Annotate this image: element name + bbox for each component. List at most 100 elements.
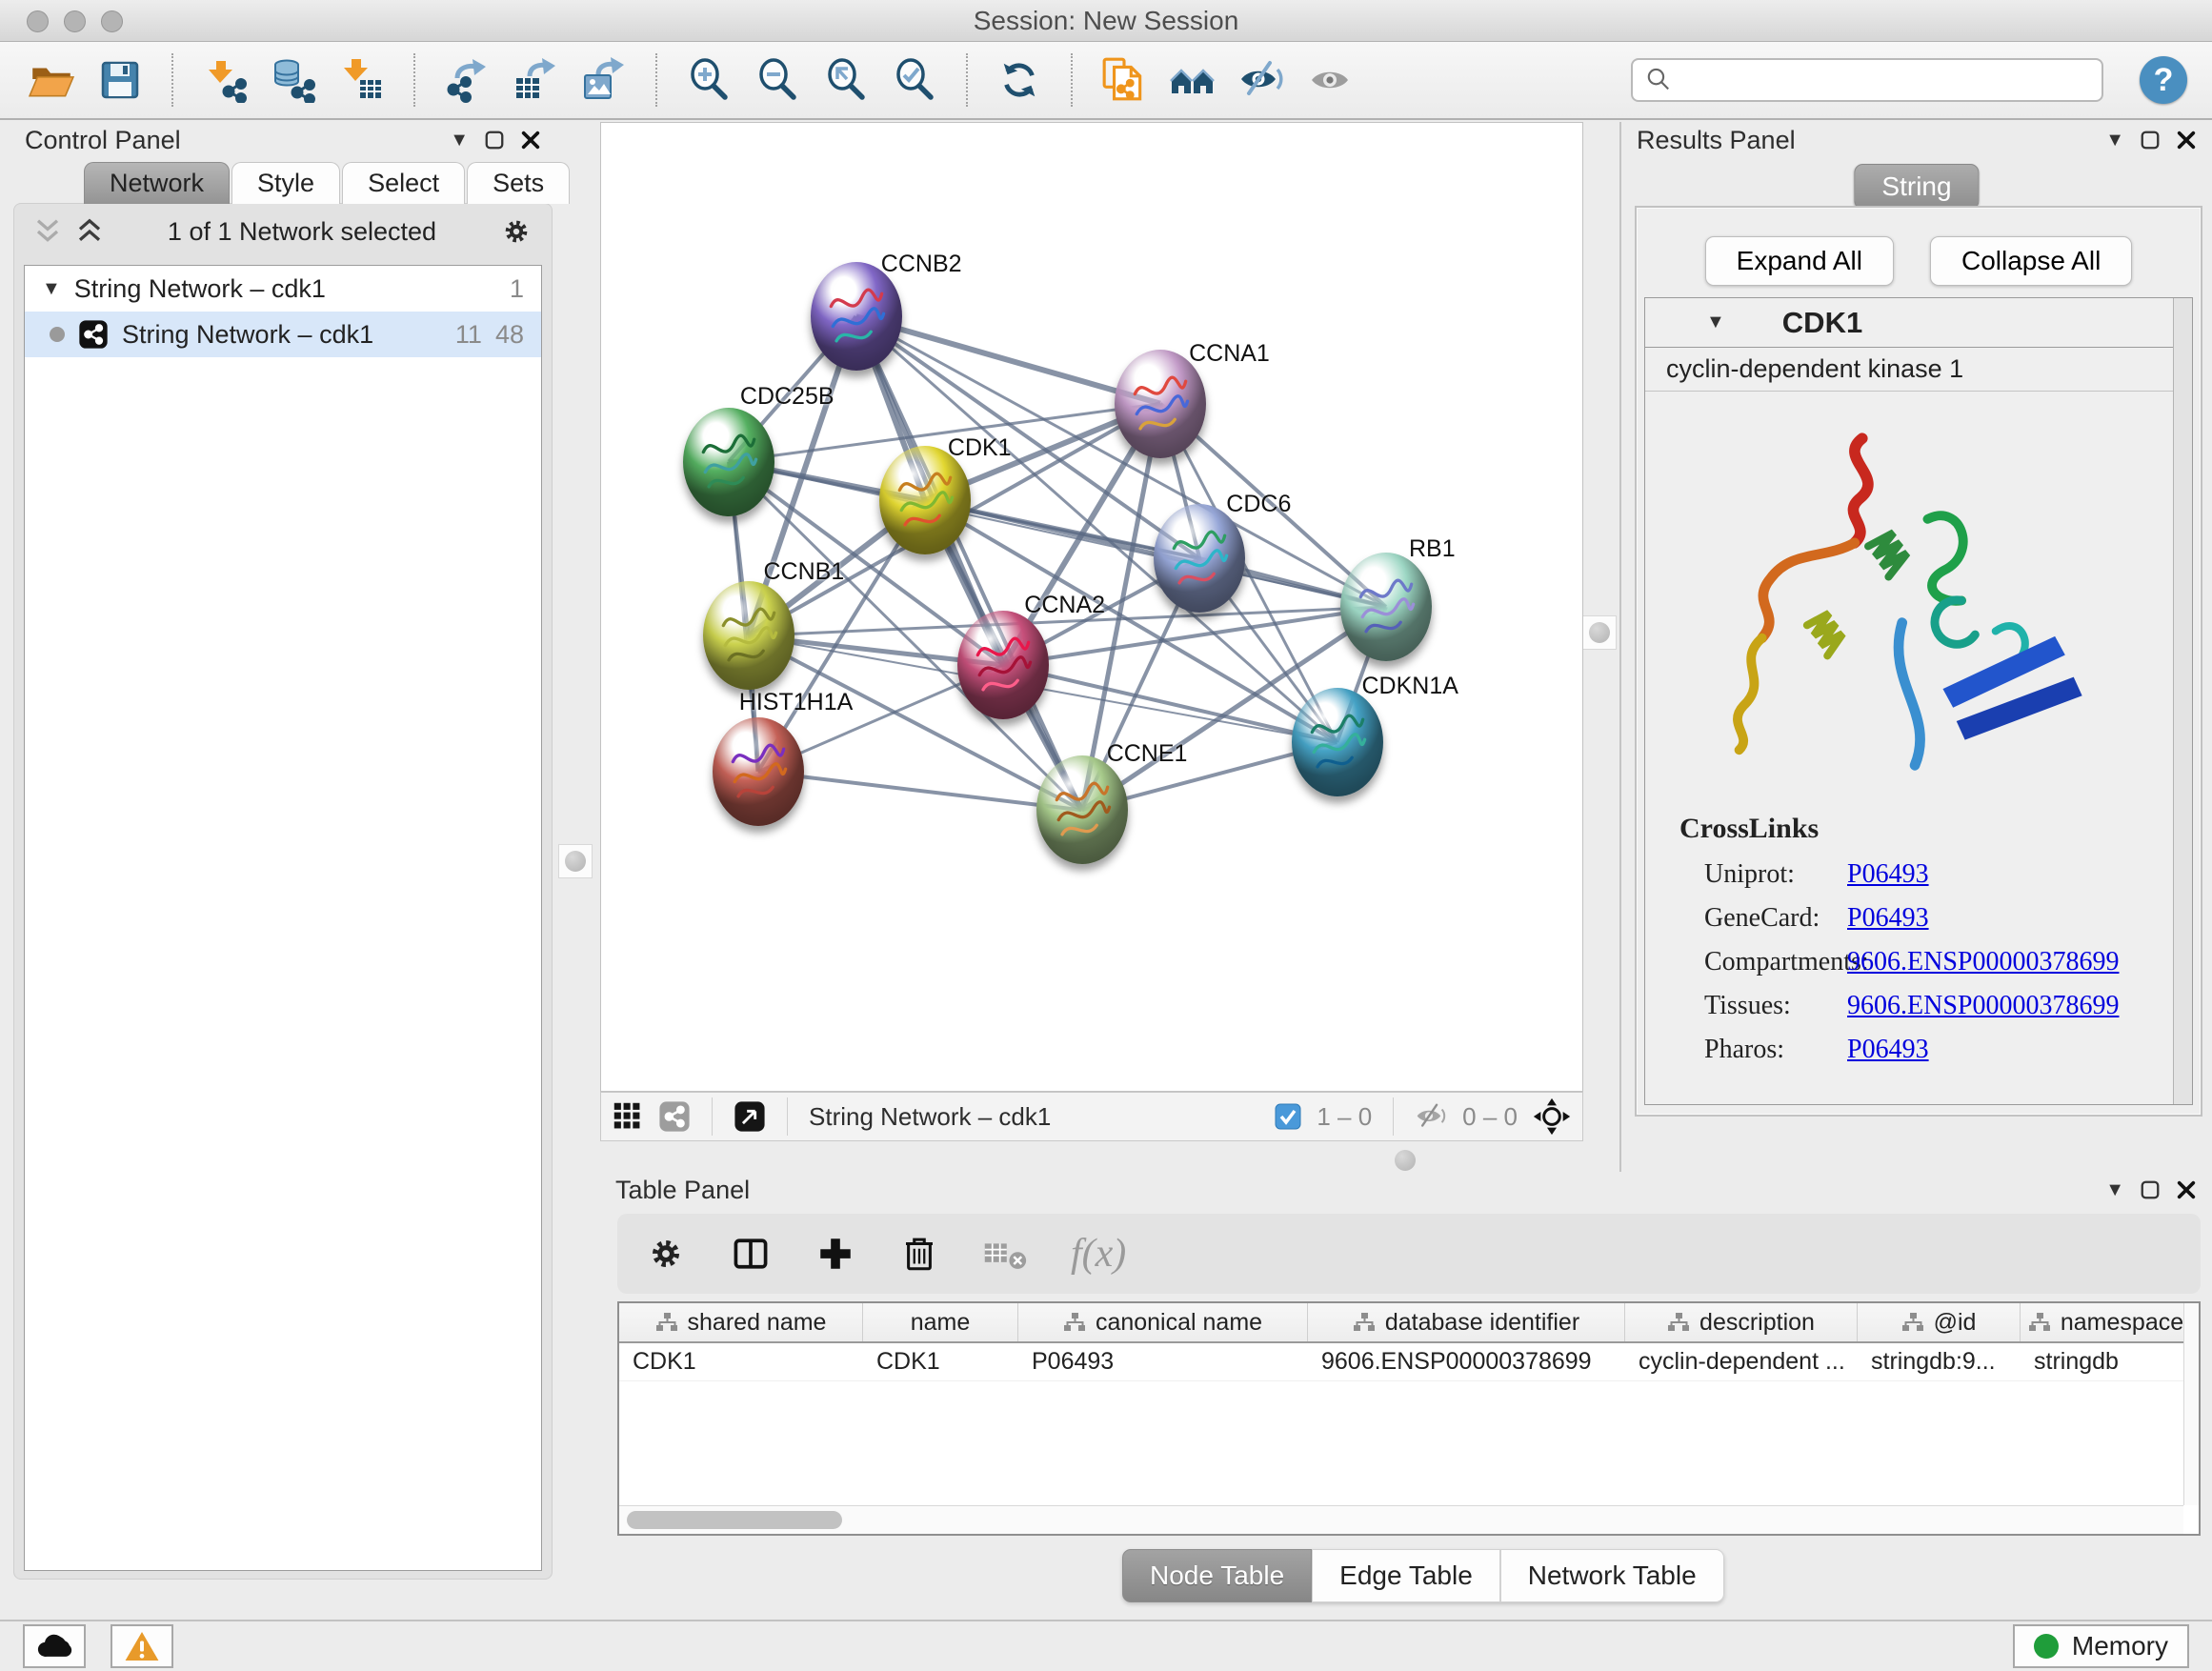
network-row-selected[interactable]: String Network – cdk1 11 48 bbox=[25, 312, 541, 357]
import-table-button[interactable] bbox=[335, 52, 389, 108]
network-node-ccne1[interactable] bbox=[1036, 755, 1128, 864]
network-node-ccnb1[interactable] bbox=[703, 581, 794, 690]
close-window-button[interactable] bbox=[27, 10, 49, 32]
selected-checkbox-icon[interactable] bbox=[1275, 1103, 1301, 1130]
panel-collapse-icon[interactable]: ▼ bbox=[2105, 1179, 2124, 1201]
network-edge[interactable] bbox=[856, 316, 1160, 403]
expand-all-chevron-icon[interactable] bbox=[75, 217, 104, 246]
panel-collapse-icon[interactable]: ▼ bbox=[2105, 130, 2124, 151]
split-columns-icon[interactable] bbox=[730, 1233, 772, 1275]
detach-view-icon[interactable] bbox=[734, 1100, 766, 1133]
first-neighbors-button[interactable] bbox=[1166, 52, 1219, 108]
minimize-window-button[interactable] bbox=[64, 10, 86, 32]
column-header-database-identifier[interactable]: database identifier bbox=[1308, 1303, 1625, 1341]
collapse-all-chevron-icon[interactable] bbox=[33, 217, 62, 246]
export-network-button[interactable] bbox=[440, 52, 493, 108]
panel-collapse-icon[interactable]: ▼ bbox=[450, 130, 469, 151]
network-node-cdc6[interactable] bbox=[1154, 504, 1245, 613]
birdseye-crosshair-icon[interactable] bbox=[1533, 1097, 1571, 1136]
import-network-database-button[interactable] bbox=[267, 52, 320, 108]
section-expander-icon[interactable]: ▼ bbox=[1706, 312, 1725, 333]
float-panel-icon[interactable] bbox=[2140, 130, 2161, 151]
close-panel-icon[interactable] bbox=[2176, 1179, 2197, 1200]
import-network-file-button[interactable] bbox=[198, 52, 251, 108]
float-panel-icon[interactable] bbox=[2140, 1179, 2161, 1200]
add-column-icon[interactable] bbox=[815, 1234, 855, 1274]
toolbar-separator bbox=[413, 53, 415, 107]
expand-all-button[interactable]: Expand All bbox=[1705, 236, 1894, 286]
tab-string[interactable]: String bbox=[1854, 164, 1979, 210]
save-session-button[interactable] bbox=[93, 52, 147, 108]
network-node-cdc25b[interactable] bbox=[683, 408, 774, 516]
column-header-shared-name[interactable]: shared name bbox=[619, 1303, 863, 1341]
search-input[interactable] bbox=[1680, 66, 2092, 95]
delete-column-icon[interactable] bbox=[899, 1234, 939, 1274]
tab-node-table[interactable]: Node Table bbox=[1122, 1549, 1312, 1602]
function-builder-button[interactable]: f(x) bbox=[1071, 1231, 1126, 1277]
help-button[interactable]: ? bbox=[2140, 56, 2187, 104]
tab-network[interactable]: Network bbox=[84, 162, 230, 204]
network-collection-row[interactable]: ▼ String Network – cdk1 1 bbox=[25, 266, 541, 312]
crosslink-value-link[interactable]: 9606.ENSP00000378699 bbox=[1847, 991, 2119, 1021]
show-all-button[interactable] bbox=[1303, 52, 1357, 108]
close-panel-icon[interactable] bbox=[2176, 130, 2197, 151]
tab-network-table[interactable]: Network Table bbox=[1500, 1549, 1724, 1602]
crosslink-value-link[interactable]: P06493 bbox=[1847, 903, 1929, 934]
crosslink-value-link[interactable]: 9606.ENSP00000378699 bbox=[1847, 947, 2119, 977]
gear-icon[interactable] bbox=[646, 1234, 686, 1274]
tab-select[interactable]: Select bbox=[342, 162, 465, 204]
column-header-canonical-name[interactable]: canonical name bbox=[1018, 1303, 1308, 1341]
zoom-fit-button[interactable] bbox=[819, 52, 873, 108]
network-node-cdk1[interactable] bbox=[879, 446, 971, 554]
toolbar-separator bbox=[171, 53, 173, 107]
tab-edge-table[interactable]: Edge Table bbox=[1312, 1549, 1500, 1602]
right-splitter-knob[interactable] bbox=[1582, 615, 1617, 650]
grid-view-icon[interactable] bbox=[613, 1101, 643, 1132]
network-node-rb1[interactable] bbox=[1340, 553, 1432, 661]
zoom-selected-button[interactable] bbox=[888, 52, 941, 108]
crosslink-value-link[interactable]: P06493 bbox=[1847, 1035, 1929, 1065]
scrollbar-thumb[interactable] bbox=[627, 1511, 842, 1529]
network-node-cdkn1a[interactable] bbox=[1292, 688, 1383, 796]
network-node-ccna2[interactable] bbox=[957, 611, 1049, 719]
new-network-from-selection-button[interactable] bbox=[1097, 52, 1151, 108]
close-panel-icon[interactable] bbox=[520, 130, 541, 151]
zoom-window-button[interactable] bbox=[101, 10, 123, 32]
right-splitter[interactable] bbox=[1584, 122, 1617, 1141]
left-splitter[interactable] bbox=[560, 122, 593, 1141]
tab-style[interactable]: Style bbox=[231, 162, 340, 204]
column-header-description[interactable]: description bbox=[1625, 1303, 1858, 1341]
float-panel-icon[interactable] bbox=[484, 130, 505, 151]
network-edge[interactable] bbox=[856, 316, 1082, 810]
network-node-hist1h1a[interactable] bbox=[713, 717, 804, 826]
memory-button[interactable]: Memory bbox=[2013, 1624, 2189, 1668]
column-header-name[interactable]: name bbox=[863, 1303, 1018, 1341]
column-type-icon bbox=[1063, 1312, 1086, 1333]
zoom-out-button[interactable] bbox=[751, 52, 804, 108]
table-vertical-scrollbar[interactable] bbox=[2183, 1303, 2199, 1505]
column-header--id[interactable]: @id bbox=[1858, 1303, 2021, 1341]
network-node-ccnb2[interactable] bbox=[811, 262, 902, 371]
network-canvas[interactable]: CCNB2 CCNA1 CDC25B CDK1 CDC6 RB1 bbox=[600, 122, 1583, 1092]
export-table-button[interactable] bbox=[509, 52, 562, 108]
cloud-status-button[interactable] bbox=[23, 1624, 86, 1668]
table-horizontal-scrollbar[interactable] bbox=[619, 1505, 2183, 1534]
export-image-button[interactable] bbox=[577, 52, 631, 108]
network-edge[interactable] bbox=[758, 772, 1082, 811]
hide-selected-button[interactable] bbox=[1235, 52, 1288, 108]
tab-sets[interactable]: Sets bbox=[467, 162, 570, 204]
warnings-button[interactable] bbox=[111, 1624, 173, 1668]
column-header-namespace[interactable]: namespace bbox=[2021, 1303, 2192, 1341]
network-badge-icon[interactable] bbox=[658, 1100, 691, 1133]
collapse-all-button[interactable]: Collapse All bbox=[1930, 236, 2132, 286]
node-label: HIST1H1A bbox=[739, 689, 853, 716]
apply-layout-button[interactable] bbox=[993, 52, 1046, 108]
left-splitter-knob[interactable] bbox=[558, 844, 593, 878]
open-session-button[interactable] bbox=[25, 52, 78, 108]
table-row[interactable]: CDK1CDK1P064939606.ENSP00000378699cyclin… bbox=[619, 1343, 2199, 1381]
results-vertical-scrollbar[interactable] bbox=[2173, 298, 2192, 1104]
crosslink-value-link[interactable]: P06493 bbox=[1847, 859, 1929, 890]
gear-icon[interactable] bbox=[500, 215, 533, 248]
zoom-in-button[interactable] bbox=[682, 52, 735, 108]
tree-expander-icon[interactable]: ▼ bbox=[42, 278, 61, 300]
